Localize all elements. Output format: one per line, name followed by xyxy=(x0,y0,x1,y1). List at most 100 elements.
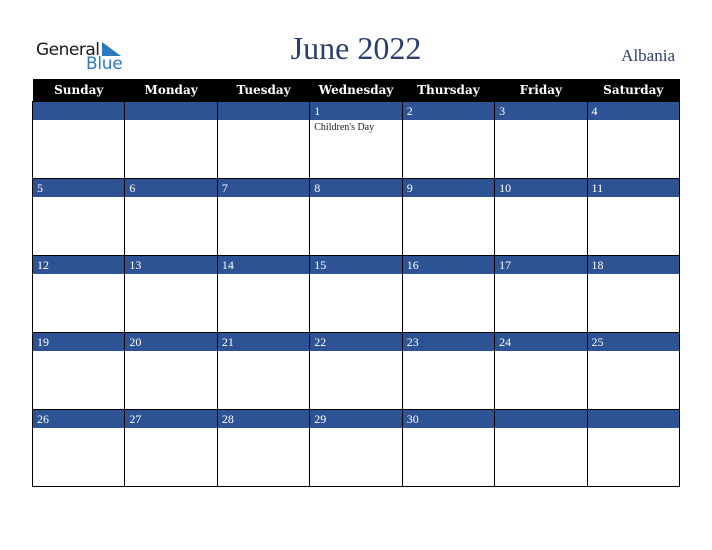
holiday-label xyxy=(588,197,679,199)
day-cell-body: 11 xyxy=(587,179,679,255)
day-cell[interactable]: 12 xyxy=(31,255,126,333)
day-cell-body: 18 xyxy=(587,256,679,332)
calendar-grid: Sunday Monday Tuesday Wednesday Thursday… xyxy=(31,79,681,487)
day-cell-body: 17 xyxy=(495,256,587,332)
day-cell[interactable]: 20 xyxy=(124,332,218,410)
day-cell[interactable]: 3 xyxy=(494,101,588,179)
day-number: 15 xyxy=(310,256,402,274)
day-number: 10 xyxy=(495,179,587,197)
week-row: 19 20 21 22 23 24 25 xyxy=(31,332,681,410)
day-cell-body: 23 xyxy=(402,333,495,409)
day-cell-body: 5 xyxy=(33,179,125,255)
holiday-label xyxy=(218,428,309,430)
day-cell[interactable]: 23 xyxy=(401,332,496,410)
day-number: 2 xyxy=(402,102,495,120)
day-number: 14 xyxy=(217,256,310,274)
day-cell[interactable]: 22 xyxy=(309,332,403,410)
day-cell-body: 26 xyxy=(33,410,125,486)
day-cell[interactable]: 1 Children's Day xyxy=(309,101,403,179)
day-cell-body: 7 xyxy=(217,179,310,255)
day-cell[interactable]: 10 xyxy=(494,178,588,256)
day-number: 11 xyxy=(587,179,679,197)
holiday-label xyxy=(403,351,494,353)
day-cell-body: 25 xyxy=(587,333,679,409)
holiday-label xyxy=(33,120,124,122)
day-cell-body: 13 xyxy=(125,256,217,332)
calendar-title: June 2022 xyxy=(290,30,422,66)
day-cell-body: 28 xyxy=(217,410,310,486)
day-cell[interactable]: 11 xyxy=(586,178,681,256)
day-cell-body xyxy=(495,410,587,486)
day-number: 4 xyxy=(587,102,679,120)
day-number: 18 xyxy=(587,256,679,274)
day-number xyxy=(33,102,125,120)
day-cell[interactable]: 21 xyxy=(216,332,311,410)
holiday-label xyxy=(310,351,401,353)
holiday-label xyxy=(218,351,309,353)
day-cell[interactable]: 2 xyxy=(401,101,496,179)
day-cell[interactable]: 9 xyxy=(401,178,496,256)
day-number: 3 xyxy=(495,102,587,120)
holiday-label xyxy=(403,428,494,430)
weekday-header: Friday xyxy=(494,79,588,102)
holiday-label xyxy=(495,274,586,276)
holiday-label xyxy=(495,120,586,122)
day-cell[interactable]: 6 xyxy=(124,178,218,256)
day-cell-body: 16 xyxy=(402,256,495,332)
day-number: 5 xyxy=(33,179,125,197)
day-cell-body: 10 xyxy=(495,179,587,255)
day-cell[interactable]: 28 xyxy=(216,409,311,487)
day-cell[interactable]: 5 xyxy=(31,178,126,256)
holiday-label xyxy=(588,351,679,353)
day-number xyxy=(125,102,217,120)
holiday-label xyxy=(33,351,124,353)
day-number: 20 xyxy=(125,333,217,351)
day-cell[interactable]: 8 xyxy=(309,178,403,256)
week-row: 26 27 28 29 30 xyxy=(31,409,681,487)
weekday-header: Sunday xyxy=(32,79,125,102)
day-cell[interactable]: 14 xyxy=(216,255,311,333)
holiday-label xyxy=(33,428,124,430)
day-cell[interactable]: 16 xyxy=(401,255,496,333)
holiday-label xyxy=(588,428,679,430)
day-cell[interactable] xyxy=(31,101,126,179)
week-row: 12 13 14 15 16 17 18 xyxy=(31,255,681,333)
day-cell[interactable]: 18 xyxy=(586,255,681,333)
day-cell-body: 22 xyxy=(310,333,402,409)
day-cell[interactable]: 25 xyxy=(586,332,681,410)
holiday-label xyxy=(125,197,216,199)
day-cell-body: 1 Children's Day xyxy=(310,102,402,178)
day-number: 25 xyxy=(587,333,679,351)
day-cell[interactable]: 29 xyxy=(309,409,403,487)
day-cell-body: 19 xyxy=(33,333,125,409)
day-number: 22 xyxy=(310,333,402,351)
day-cell[interactable]: 26 xyxy=(31,409,126,487)
day-cell-body: 8 xyxy=(310,179,402,255)
day-number: 1 xyxy=(310,102,402,120)
day-cell-body: 6 xyxy=(125,179,217,255)
day-cell[interactable]: 4 xyxy=(586,101,681,179)
day-cell[interactable]: 19 xyxy=(31,332,126,410)
day-cell-body xyxy=(33,102,125,178)
holiday-label xyxy=(588,120,679,122)
day-cell[interactable]: 7 xyxy=(216,178,311,256)
holiday-label xyxy=(310,274,401,276)
day-cell[interactable]: 24 xyxy=(494,332,588,410)
day-cell[interactable] xyxy=(586,409,681,487)
day-cell[interactable]: 27 xyxy=(124,409,218,487)
day-number: 8 xyxy=(310,179,402,197)
day-number: 13 xyxy=(125,256,217,274)
day-cell[interactable]: 17 xyxy=(494,255,588,333)
weekday-header: Tuesday xyxy=(217,79,310,102)
day-cell[interactable]: 15 xyxy=(309,255,403,333)
week-row: 5 6 7 8 9 10 11 xyxy=(31,178,681,256)
day-cell-body: 9 xyxy=(402,179,495,255)
day-cell[interactable]: 30 xyxy=(401,409,496,487)
day-number xyxy=(587,410,679,428)
day-cell[interactable]: 13 xyxy=(124,255,218,333)
holiday-label xyxy=(125,428,216,430)
day-cell[interactable] xyxy=(494,409,588,487)
day-cell[interactable] xyxy=(124,101,218,179)
day-cell[interactable] xyxy=(216,101,311,179)
day-number: 21 xyxy=(217,333,310,351)
